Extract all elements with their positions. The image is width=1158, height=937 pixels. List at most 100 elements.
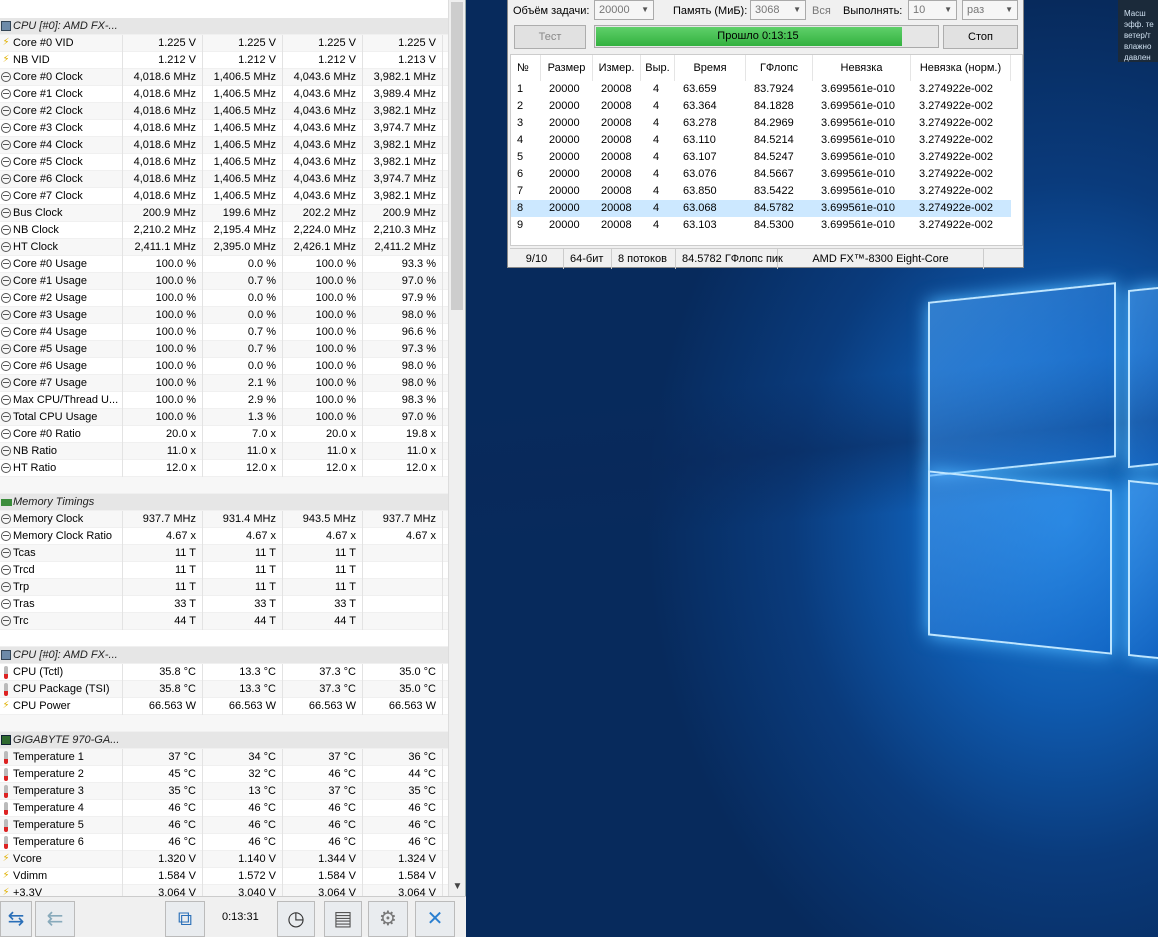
settings-icon[interactable]: ⚙	[368, 901, 408, 937]
column-header[interactable]: Время	[675, 55, 746, 81]
sensor-row[interactable]: Core #4 Usage 100.0 % 0.7 % 100.0 % 96.6 %	[0, 324, 448, 341]
sensor-row[interactable]: NB Clock 2,210.2 MHz 2,195.4 MHz 2,224.0 MH…	[0, 222, 448, 239]
result-row[interactable]: 6 20000 20008 4 63.076 84.5667 3.699561e-010 3.…	[511, 166, 1011, 183]
sensor-row[interactable]: Trp 11 T 11 T 11 T	[0, 579, 448, 596]
sensor-row[interactable]: ⚡ Core #0 VID 1.225 V 1.225 V 1.225 V 1.225 V	[0, 35, 448, 52]
sensor-row[interactable]: Core #6 Usage 100.0 % 0.0 % 100.0 % 98.0 %	[0, 358, 448, 375]
result-row[interactable]: 2 20000 20008 4 63.364 84.1828 3.699561e-010 3.…	[511, 98, 1011, 115]
sensor-row[interactable]: Core #2 Clock 4,018.6 MHz 1,406.5 MHz 4,043…	[0, 103, 448, 120]
weather-notification[interactable]: Масш эфф. те ветер/т влажно давлен	[1118, 0, 1158, 62]
vertical-scrollbar[interactable]: ▼	[448, 0, 465, 896]
scroll-down-arrow-icon[interactable]: ▼	[449, 878, 466, 895]
result-row[interactable]: 5 20000 20008 4 63.107 84.5247 3.699561e-010 3.…	[511, 149, 1011, 166]
sensor-row[interactable]: Core #3 Clock 4,018.6 MHz 1,406.5 MHz 4,043…	[0, 120, 448, 137]
network-icon[interactable]: ⧉	[165, 901, 205, 937]
task-size-select[interactable]: 20000 ▼	[594, 0, 654, 20]
clock-icon[interactable]: ◷	[277, 901, 315, 937]
result-row[interactable]: 7 20000 20008 4 63.850 83.5422 3.699561e-010 3.…	[511, 183, 1011, 200]
clock-icon	[1, 344, 11, 354]
sensor-row[interactable]: Core #2 Usage 100.0 % 0.0 % 100.0 % 97.9 %	[0, 290, 448, 307]
sensor-row[interactable]: Core #7 Usage 100.0 % 2.1 % 100.0 % 98.0 %	[0, 375, 448, 392]
sensor-group-header[interactable]: CPU [#0]: AMD FX-...	[0, 647, 448, 664]
column-header[interactable]: Невязка	[813, 55, 911, 81]
sensor-maximum: 37 °C	[283, 783, 363, 800]
sensor-row[interactable]: Temperature 4 46 °C 46 °C 46 °C 46 °C	[0, 800, 448, 817]
sensor-row[interactable]: Core #5 Clock 4,018.6 MHz 1,406.5 MHz 4,043…	[0, 154, 448, 171]
sensor-group-header[interactable]: GIGABYTE 970-GA...	[0, 732, 448, 749]
sensor-row[interactable]: Max CPU/Thread U... 100.0 % 2.9 % 100.0 % 98…	[0, 392, 448, 409]
scrollbar-thumb[interactable]	[451, 2, 463, 310]
sensor-row[interactable]: CPU (Tctl) 35.8 °C 13.3 °C 37.3 °C 35.0 °C	[0, 664, 448, 681]
test-button[interactable]: Тест	[514, 25, 586, 49]
column-header[interactable]: №	[513, 55, 541, 81]
result-row[interactable]: 9 20000 20008 4 63.103 84.5300 3.699561e-010 3.…	[511, 217, 1011, 234]
sensor-current: 35 °C	[123, 783, 203, 800]
sensor-row[interactable]: CPU Package (TSI) 35.8 °C 13.3 °C 37.3 °C 35…	[0, 681, 448, 698]
sensor-row[interactable]: Trcd 11 T 11 T 11 T	[0, 562, 448, 579]
result-row[interactable]: 3 20000 20008 4 63.278 84.2969 3.699561e-010 3.…	[511, 115, 1011, 132]
sensor-current: 4,018.6 MHz	[123, 120, 203, 137]
sensor-name: Core #1 Usage	[0, 273, 123, 290]
sensor-name: NB Clock	[0, 222, 123, 239]
sensor-row[interactable]: NB Ratio 11.0 x 11.0 x 11.0 x 11.0 x	[0, 443, 448, 460]
sensor-row[interactable]: Core #1 Clock 4,018.6 MHz 1,406.5 MHz 4,043…	[0, 86, 448, 103]
column-header[interactable]: Выр.	[641, 55, 675, 81]
memory-select[interactable]: 3068 ▼	[750, 0, 806, 20]
run-count-select[interactable]: 10 ▼	[908, 0, 957, 20]
sensor-group-header[interactable]: CPU [#0]: AMD FX-...	[0, 18, 448, 35]
memory-all-label[interactable]: Вся	[812, 4, 831, 18]
result-cell: 5	[517, 151, 524, 163]
sensor-row[interactable]: Tcas 11 T 11 T 11 T	[0, 545, 448, 562]
sensor-row[interactable]: Temperature 2 45 °C 32 °C 46 °C 44 °C	[0, 766, 448, 783]
sensor-average: 1.225 V	[363, 35, 443, 52]
sensor-row[interactable]: Temperature 6 46 °C 46 °C 46 °C 46 °C	[0, 834, 448, 851]
nav-arrows-back-icon[interactable]: ⇇	[35, 901, 75, 937]
column-header[interactable]: ГФлопс	[746, 55, 813, 81]
result-row[interactable]: 4 20000 20008 4 63.110 84.5214 3.699561e-010 3.…	[511, 132, 1011, 149]
sensor-row[interactable]: HT Clock 2,411.1 MHz 2,395.0 MHz 2,426.1 MH…	[0, 239, 448, 256]
sensor-row[interactable]: Bus Clock 200.9 MHz 199.6 MHz 202.2 MHz 200.…	[0, 205, 448, 222]
sensor-row[interactable]: ⚡ CPU Power 66.563 W 66.563 W 66.563 W 66.563…	[0, 698, 448, 715]
sensor-row[interactable]: Core #0 Clock 4,018.6 MHz 1,406.5 MHz 4,043…	[0, 69, 448, 86]
sensor-maximum: 4,043.6 MHz	[283, 171, 363, 188]
sensor-row[interactable]: Memory Clock Ratio 4.67 x 4.67 x 4.67 x 4.67…	[0, 528, 448, 545]
sensor-row[interactable]: Trc 44 T 44 T 44 T	[0, 613, 448, 630]
sensor-label: Total CPU Usage	[13, 411, 98, 423]
sensor-row[interactable]: Core #0 Ratio 20.0 x 7.0 x 20.0 x 19.8 x	[0, 426, 448, 443]
sensor-row[interactable]: ⚡ Vcore 1.320 V 1.140 V 1.344 V 1.324 V	[0, 851, 448, 868]
close-icon[interactable]: ✕	[415, 901, 455, 937]
sensor-row[interactable]: Core #5 Usage 100.0 % 0.7 % 100.0 % 97.3 %	[0, 341, 448, 358]
sensor-row[interactable]: Tras 33 T 33 T 33 T	[0, 596, 448, 613]
column-header[interactable]: Измер.	[593, 55, 641, 81]
report-icon[interactable]: ▤	[324, 901, 362, 937]
sensor-row[interactable]: Temperature 1 37 °C 34 °C 37 °C 36 °C	[0, 749, 448, 766]
run-unit-select[interactable]: раз ▼	[962, 0, 1018, 20]
stop-button[interactable]: Стоп	[943, 25, 1018, 49]
column-header[interactable]: Размер	[541, 55, 593, 81]
sensor-row[interactable]: Core #3 Usage 100.0 % 0.0 % 100.0 % 98.0 %	[0, 307, 448, 324]
sensor-row[interactable]: Core #6 Clock 4,018.6 MHz 1,406.5 MHz 4,043…	[0, 171, 448, 188]
sensor-maximum: 11 T	[283, 545, 363, 562]
sensor-row[interactable]: ⚡ +3.3V 3.064 V 3.040 V 3.064 V 3.064 V	[0, 885, 448, 896]
sensor-row[interactable]: HT Ratio 12.0 x 12.0 x 12.0 x 12.0 x	[0, 460, 448, 477]
sensor-row[interactable]: Memory Clock 937.7 MHz 931.4 MHz 943.5 MHz 9…	[0, 511, 448, 528]
result-row[interactable]: 1 20000 20008 4 63.659 83.7924 3.699561e-010 3.…	[511, 81, 1011, 98]
sensor-row[interactable]: Core #4 Clock 4,018.6 MHz 1,406.5 MHz 4,043…	[0, 137, 448, 154]
sensor-row[interactable]: Temperature 3 35 °C 13 °C 37 °C 35 °C	[0, 783, 448, 800]
nav-arrows-icon[interactable]: ⇆	[0, 901, 32, 937]
sensor-row[interactable]: ⚡ Vdimm 1.584 V 1.572 V 1.584 V 1.584 V	[0, 868, 448, 885]
sensor-maximum: 4,043.6 MHz	[283, 137, 363, 154]
sensor-row[interactable]: Total CPU Usage 100.0 % 1.3 % 100.0 % 97.0 %	[0, 409, 448, 426]
column-header[interactable]: Невязка (норм.)	[911, 55, 1011, 81]
sensor-row[interactable]: ⚡ NB VID 1.212 V 1.212 V 1.212 V 1.213 V	[0, 52, 448, 69]
sensor-group-header[interactable]: Memory Timings	[0, 494, 448, 511]
sensor-row[interactable]: Core #1 Usage 100.0 % 0.7 % 100.0 % 97.0 %	[0, 273, 448, 290]
sensor-row[interactable]: Core #7 Clock 4,018.6 MHz 1,406.5 MHz 4,043…	[0, 188, 448, 205]
sensor-row[interactable]: Core #0 Usage 100.0 % 0.0 % 100.0 % 93.3 %	[0, 256, 448, 273]
sensor-row[interactable]: Temperature 5 46 °C 46 °C 46 °C 46 °C	[0, 817, 448, 834]
sensor-name: Temperature 2	[0, 766, 123, 783]
result-cell: 4	[653, 185, 660, 197]
result-row[interactable]: 8 20000 20008 4 63.068 84.5782 3.699561e-010 3.…	[511, 200, 1011, 217]
result-cell: 1	[517, 83, 524, 95]
clock-icon	[1, 565, 11, 575]
